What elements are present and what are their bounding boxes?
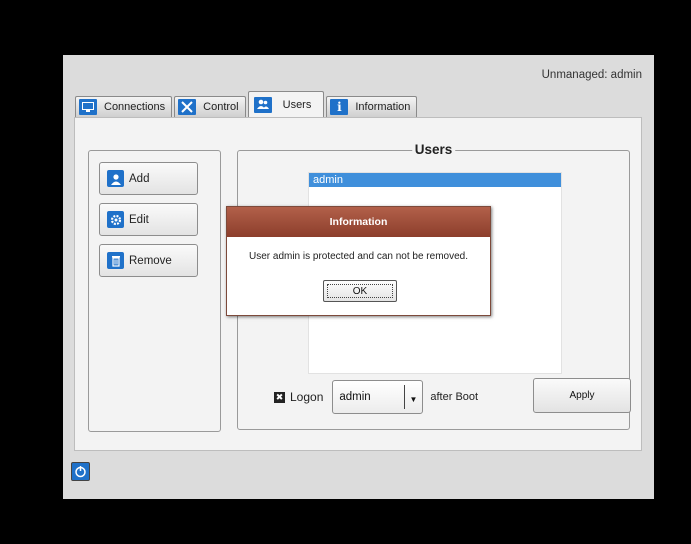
users-icon — [253, 96, 272, 113]
tab-users[interactable]: Users — [247, 91, 325, 117]
group-title: Users — [411, 142, 456, 157]
list-item[interactable]: admin — [309, 173, 561, 187]
logon-user-select[interactable]: admin ▼ — [332, 380, 424, 414]
info-icon: i — [330, 99, 349, 115]
logon-label: Logon — [290, 390, 324, 404]
user-icon — [107, 170, 124, 187]
after-boot-label: after Boot — [430, 391, 479, 403]
ok-button[interactable]: OK — [323, 280, 397, 302]
trash-icon — [107, 252, 124, 269]
logon-checkbox[interactable]: ✖ — [274, 391, 285, 403]
information-dialog: Information User admin is protected and … — [226, 206, 491, 316]
tab-bar: Connections Control Users i Information — [75, 91, 419, 117]
remove-label: Remove — [129, 254, 172, 267]
focus-ring — [327, 284, 393, 298]
tab-label: Connections — [104, 101, 166, 113]
tab-connections[interactable]: Connections — [75, 96, 173, 117]
add-button[interactable]: Add — [99, 162, 198, 195]
dialog-message: User admin is protected and can not be r… — [248, 251, 468, 262]
tab-control[interactable]: Control — [174, 96, 246, 117]
monitor-icon — [79, 99, 97, 115]
apply-button[interactable]: Apply — [533, 378, 631, 413]
select-divider — [404, 385, 406, 409]
edit-button[interactable]: Edit — [99, 203, 198, 236]
edit-label: Edit — [129, 213, 149, 226]
tab-label: Control — [203, 101, 239, 113]
select-value: admin — [339, 391, 371, 403]
tab-information[interactable]: i Information — [326, 96, 418, 117]
screen: Unmanaged: admin Connections Control Use… — [63, 55, 654, 499]
status-text: Unmanaged: admin — [541, 69, 642, 81]
chevron-down-icon: ▼ — [409, 395, 418, 404]
add-label: Add — [129, 172, 150, 185]
tab-label: Information — [355, 101, 411, 113]
tab-label: Users — [282, 98, 312, 111]
dialog-title: Information — [227, 207, 490, 237]
gear-icon — [107, 211, 124, 228]
logon-row: ✖ Logon admin ▼ after Boot Apply — [274, 378, 631, 416]
remove-button[interactable]: Remove — [99, 244, 198, 277]
power-icon[interactable] — [71, 462, 90, 481]
tools-icon — [178, 99, 197, 115]
actions-box: Add Edit Remove — [88, 150, 221, 432]
